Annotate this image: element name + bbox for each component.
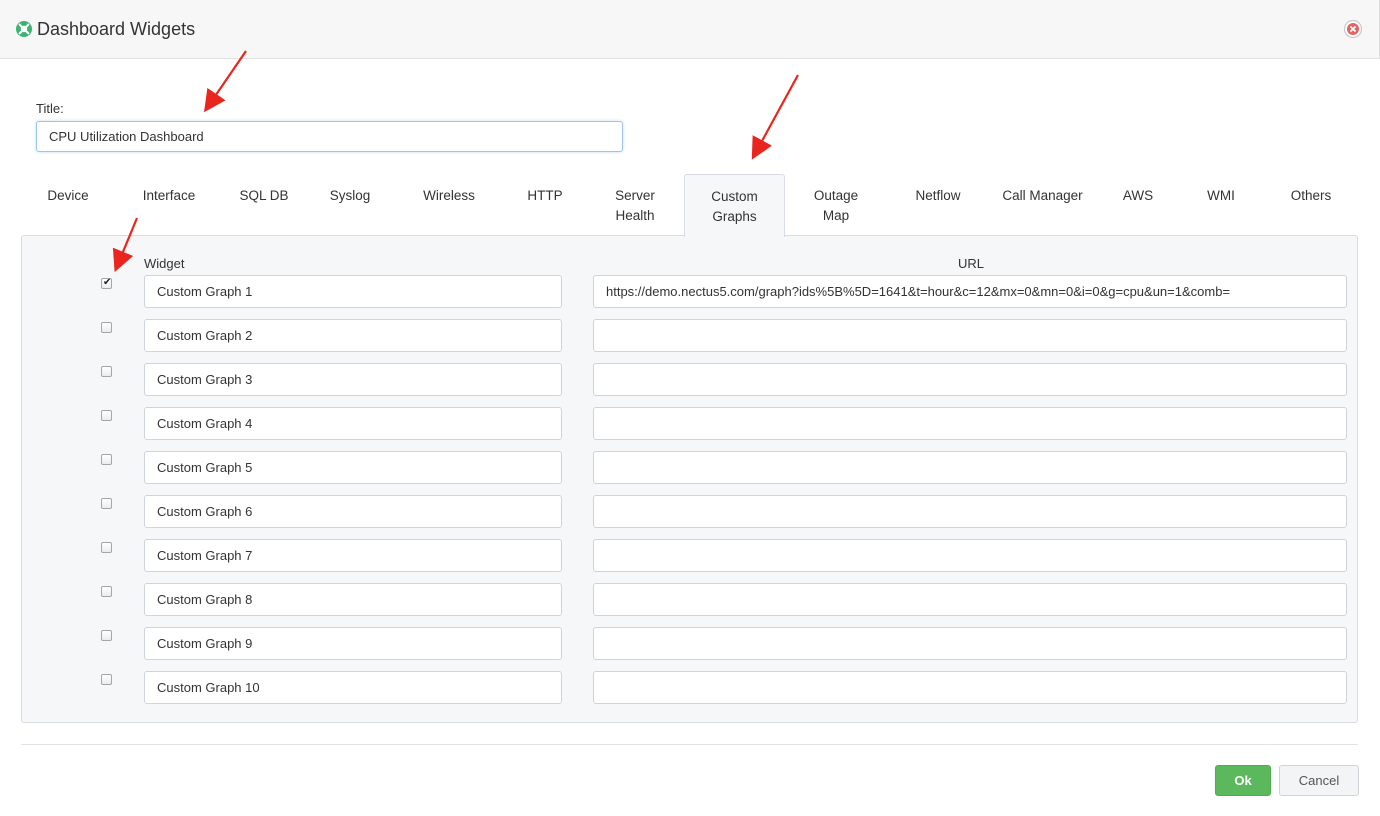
table-row (0, 495, 1380, 529)
annotation-arrow (204, 50, 247, 113)
tab-custom-graphs[interactable]: Custom Graphs (684, 174, 785, 237)
tab-call-manager[interactable]: Call Manager (993, 174, 1092, 236)
tab-http[interactable]: HTTP (514, 174, 576, 236)
tab-syslog[interactable]: Syslog (311, 174, 389, 236)
table-row (0, 319, 1380, 353)
widget-enable-checkbox[interactable] (101, 366, 112, 377)
widget-column-header: Widget (144, 256, 185, 271)
tab-aws[interactable]: AWS (1106, 174, 1170, 236)
widget-url-input[interactable] (593, 275, 1347, 308)
widget-enable-checkbox[interactable] (101, 454, 112, 465)
widget-url-input[interactable] (593, 451, 1347, 484)
close-circle-icon[interactable] (1343, 19, 1363, 39)
tab-wireless[interactable]: Wireless (405, 174, 493, 236)
table-row (0, 451, 1380, 485)
widget-enable-checkbox[interactable]: ✔ (101, 277, 112, 289)
tab-netflow[interactable]: Netflow (894, 174, 982, 236)
widget-name-input[interactable] (144, 539, 562, 572)
title-input[interactable] (36, 121, 623, 152)
ok-button[interactable]: Ok (1215, 765, 1271, 796)
widget-url-input[interactable] (593, 407, 1347, 440)
tab-outage-map[interactable]: Outage Map (786, 174, 886, 236)
footer-divider (21, 744, 1358, 745)
table-row (0, 539, 1380, 573)
tab-others[interactable]: Others (1264, 174, 1358, 236)
table-row (0, 583, 1380, 617)
tab-sql-db[interactable]: SQL DB (226, 174, 302, 236)
widget-url-input[interactable] (593, 363, 1347, 396)
widget-name-input[interactable] (144, 583, 562, 616)
tab-interface[interactable]: Interface (120, 174, 218, 236)
dialog-title: Dashboard Widgets (37, 19, 196, 39)
green-circle-icon (16, 21, 32, 37)
widget-enable-checkbox[interactable] (101, 322, 112, 333)
widget-url-input[interactable] (593, 495, 1347, 528)
table-row (0, 363, 1380, 397)
widget-enable-checkbox[interactable] (101, 586, 112, 597)
widget-name-input[interactable] (144, 407, 562, 440)
widget-name-input[interactable] (144, 275, 562, 308)
table-row (0, 627, 1380, 661)
tab-device[interactable]: Device (20, 174, 116, 236)
widget-url-input[interactable] (593, 583, 1347, 616)
table-row: ✔ (0, 275, 1380, 309)
widget-enable-checkbox[interactable] (101, 542, 112, 553)
widget-enable-checkbox[interactable] (101, 630, 112, 641)
widget-enable-checkbox[interactable] (101, 498, 112, 509)
check-icon: ✔ (103, 277, 112, 288)
title-label: Title: (36, 101, 64, 116)
widget-enable-checkbox[interactable] (101, 674, 112, 685)
widget-url-input[interactable] (593, 671, 1347, 704)
tab-wmi[interactable]: WMI (1184, 174, 1258, 236)
widget-name-input[interactable] (144, 451, 562, 484)
tab-server-health[interactable]: Server Health (586, 174, 684, 236)
annotation-arrow (751, 74, 799, 160)
widget-enable-checkbox[interactable] (101, 410, 112, 421)
widget-url-input[interactable] (593, 627, 1347, 660)
widget-name-input[interactable] (144, 495, 562, 528)
widget-name-input[interactable] (144, 671, 562, 704)
table-row (0, 671, 1380, 705)
widget-name-input[interactable] (144, 363, 562, 396)
cancel-button[interactable]: Cancel (1279, 765, 1359, 796)
widget-url-input[interactable] (593, 539, 1347, 572)
widget-url-input[interactable] (593, 319, 1347, 352)
widget-name-input[interactable] (144, 319, 562, 352)
url-column-header: URL (958, 256, 985, 271)
widget-name-input[interactable] (144, 627, 562, 660)
table-row (0, 407, 1380, 441)
dialog-header: Dashboard Widgets (0, 0, 1380, 59)
